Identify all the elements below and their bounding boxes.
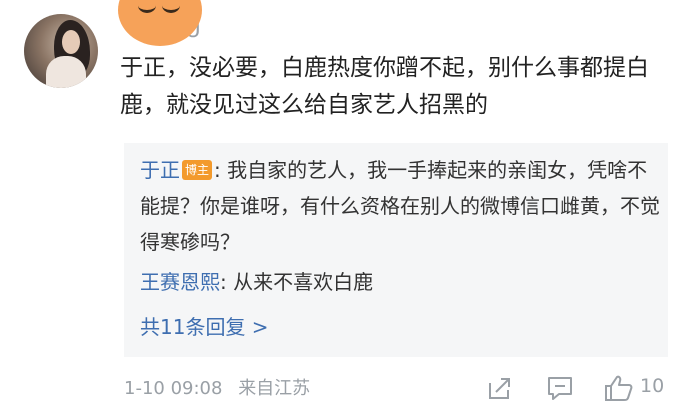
reply-author[interactable]: 王赛恩熙	[140, 270, 220, 294]
avatar-face	[62, 30, 80, 54]
avatar[interactable]	[24, 14, 98, 88]
comment-icon[interactable]	[545, 373, 575, 403]
reply-author[interactable]: 于正	[140, 158, 180, 182]
sticker-left-eye	[138, 0, 156, 13]
like-count: 10	[640, 375, 665, 397]
blogger-badge: 博主	[182, 160, 213, 180]
more-replies-link[interactable]: 共11条回复 >	[140, 311, 269, 340]
comment-actions: 10	[0, 370, 690, 406]
share-icon[interactable]	[484, 373, 514, 403]
avatar-body	[46, 56, 86, 88]
reply-text: 从来不喜欢白鹿	[233, 270, 374, 294]
reply-item: 王赛恩熙: 从来不喜欢白鹿	[140, 270, 374, 294]
reply-text: 我自家的艺人，我一手捧起来的亲闺女，凭啥不能提？你是谁呀，有什么资格在别人的微博…	[140, 158, 660, 254]
thumbs-up-icon[interactable]	[603, 373, 635, 403]
reply-box[interactable]: 于正 博主: 我自家的艺人，我一手捧起来的亲闺女，凭啥不能提？你是谁呀，有什么资格…	[124, 143, 668, 357]
sticker-right-eye	[162, 0, 180, 13]
reply-item: 于正 博主: 我自家的艺人，我一手捧起来的亲闺女，凭啥不能提？你是谁呀，有什么资格…	[140, 158, 660, 254]
comment-text: 于正，没必要，白鹿热度你蹭不起，别什么事都提白鹿，就没见过这么给自家艺人招黑的	[120, 55, 649, 118]
